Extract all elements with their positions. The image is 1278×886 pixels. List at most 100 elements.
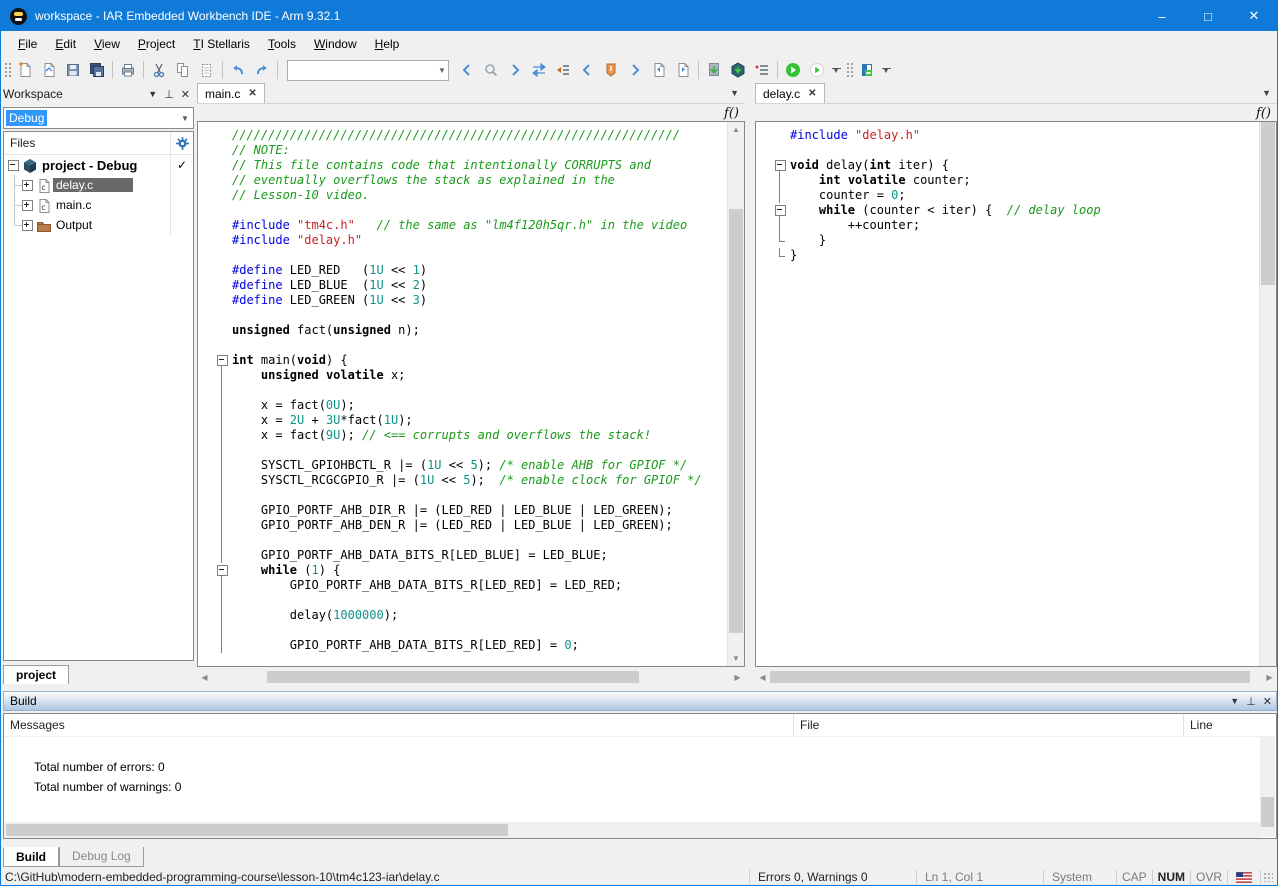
tab-list-icon[interactable]: ▼ [1262,88,1271,98]
settings-column-header[interactable] [170,132,193,154]
menu-tools[interactable]: Tools [259,33,305,55]
bookmark-prev-button[interactable] [575,59,599,81]
toolbar-grip[interactable] [845,61,853,79]
flash-loader-button[interactable] [855,59,879,81]
toggle-arrows-icon [531,62,547,78]
cut-button[interactable] [147,59,171,81]
tree-item-delay-c[interactable]: cdelay.c [4,175,193,195]
tree-item-output[interactable]: Output [4,215,193,235]
toolbar-grip[interactable] [3,61,11,79]
expand-icon[interactable] [22,180,33,191]
bookmark-next-button[interactable] [623,59,647,81]
menu-window[interactable]: Window [305,33,366,55]
column-file[interactable]: File [794,714,1184,736]
redo-button[interactable] [250,59,274,81]
workspace-tab-project[interactable]: project [3,665,69,684]
fold-marker[interactable] [214,353,232,368]
minimize-button[interactable]: – [1139,1,1185,31]
menu-edit[interactable]: Edit [46,33,85,55]
configuration-dropdown[interactable]: Debug ▼ [3,107,194,129]
tab-list-icon[interactable]: ▼ [730,88,739,98]
tab-close-icon[interactable]: ✕ [808,88,816,99]
menu-help[interactable]: Help [366,33,409,55]
code-editor-delay[interactable]: #include "delay.h"void delay(int iter) {… [755,121,1277,667]
undo-button[interactable] [226,59,250,81]
tab-label: main.c [205,87,240,101]
search-input[interactable] [288,63,436,78]
expand-icon[interactable] [22,200,33,211]
toolbar-overflow-button[interactable]: ▼ [879,59,893,81]
column-line[interactable]: Line [1184,714,1276,736]
project-cube-icon [22,158,36,172]
tree-item-main-c[interactable]: cmain.c [4,195,193,215]
menu-view[interactable]: View [85,33,129,55]
panel-close-icon[interactable]: ✕ [181,88,190,101]
goto-list-button[interactable] [551,59,575,81]
paste-button[interactable] [195,59,219,81]
toggle-arrows-button[interactable] [527,59,551,81]
code-editor-main[interactable]: ////////////////////////////////////////… [197,121,745,667]
fold-marker [772,218,790,233]
panel-tab-debug-log[interactable]: Debug Log [59,847,144,867]
menu-project[interactable]: Project [129,33,184,55]
make-button[interactable] [726,59,750,81]
menu-file[interactable]: File [9,33,46,55]
build-vertical-scrollbar[interactable] [1260,736,1275,837]
scroll-left-icon[interactable]: ◀ [755,673,770,682]
copy-button[interactable] [171,59,195,81]
tree-item-project-debug[interactable]: project - Debug✓ [4,155,193,175]
function-list-button[interactable]: f() [1256,106,1271,121]
collapse-icon[interactable] [8,160,19,171]
column-messages[interactable]: Messages [4,714,794,736]
save-button[interactable] [61,59,85,81]
save-all-button[interactable] [85,59,109,81]
status-file-path: C:\GitHub\modern-embedded-programming-co… [1,870,749,884]
panel-menu-icon[interactable]: ▼ [1230,696,1239,706]
panel-close-icon[interactable]: ✕ [1263,695,1272,708]
build-horizontal-scrollbar[interactable] [4,822,1260,838]
debug-no-download-button[interactable] [805,59,829,81]
toolbar-overflow-button[interactable]: ▼ [829,59,843,81]
close-button[interactable]: ✕ [1231,1,1277,31]
scroll-up-icon[interactable]: ▲ [728,122,744,137]
download-file-button[interactable] [702,59,726,81]
print-button[interactable] [116,59,140,81]
open-doc-button[interactable] [37,59,61,81]
code-line: SYSCTL_RCGCGPIO_R |= (1U << 5); /* enabl… [214,473,728,488]
bookmark-button[interactable] [599,59,623,81]
chevron-down-icon[interactable]: ▼ [436,66,448,75]
vertical-scrollbar[interactable] [1259,122,1276,666]
scroll-down-icon[interactable]: ▼ [728,651,744,666]
panel-tab-build[interactable]: Build [3,847,59,867]
nav-next-button[interactable] [503,59,527,81]
vertical-scrollbar[interactable]: ▲ ▼ [727,122,744,666]
resize-grip[interactable] [1260,870,1277,884]
find-button[interactable] [479,59,503,81]
horizontal-scrollbar[interactable]: ◀ ▶ [197,669,745,685]
tab-delay-c[interactable]: delay.c ✕ [755,83,825,103]
horizontal-scrollbar[interactable]: ◀ ▶ [755,669,1277,685]
search-combobox[interactable]: ▼ [287,60,449,81]
pin-icon[interactable]: ⊥ [164,88,174,101]
download-debug-button[interactable] [781,59,805,81]
scroll-right-icon[interactable]: ▶ [730,673,745,682]
options-list-button[interactable] [750,59,774,81]
fold-marker[interactable] [772,158,790,173]
doc-back-button[interactable] [647,59,671,81]
function-list-button[interactable]: f() [724,106,739,121]
expand-icon[interactable] [22,220,33,231]
fold-marker[interactable] [772,203,790,218]
scroll-right-icon[interactable]: ▶ [1262,673,1277,682]
pin-icon[interactable]: ⊥ [1246,695,1256,708]
scroll-left-icon[interactable]: ◀ [197,673,212,682]
panel-menu-icon[interactable]: ▼ [148,89,157,99]
print-icon [120,62,136,78]
doc-forward-button[interactable] [671,59,695,81]
tab-main-c[interactable]: main.c ✕ [197,83,265,103]
new-doc-button[interactable] [13,59,37,81]
maximize-button[interactable]: □ [1185,1,1231,31]
tab-close-icon[interactable]: ✕ [248,88,256,99]
nav-prev-button[interactable] [455,59,479,81]
fold-marker[interactable] [214,563,232,578]
menu-ti-stellaris[interactable]: TI Stellaris [184,33,259,55]
